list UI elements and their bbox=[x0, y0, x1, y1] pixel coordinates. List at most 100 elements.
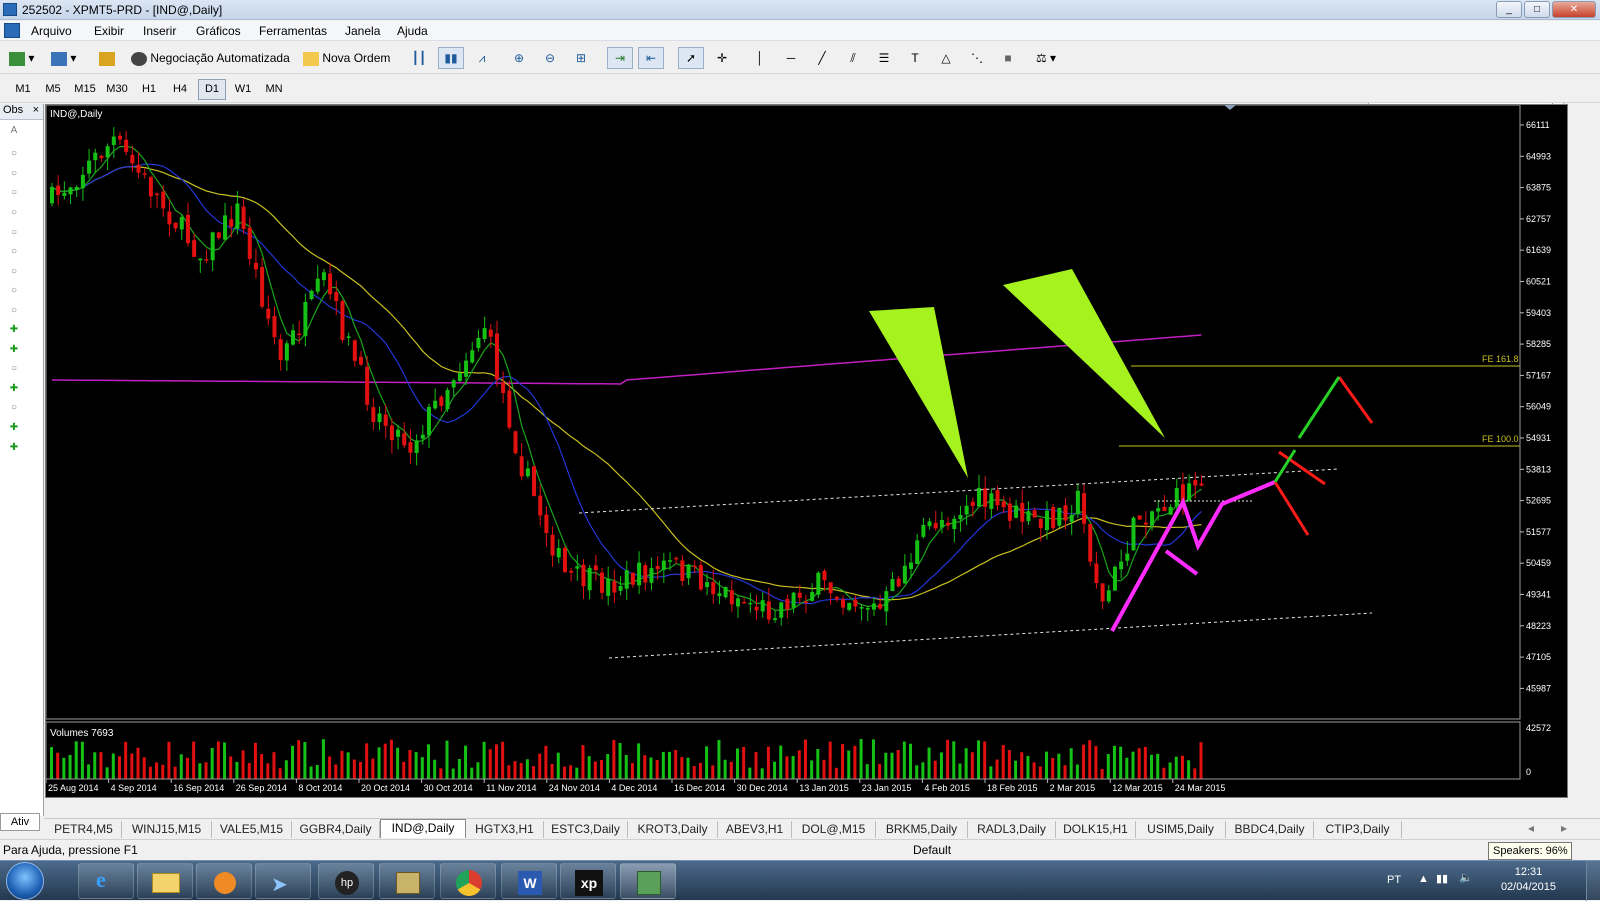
symbol-tab[interactable]: IND@,Daily bbox=[380, 819, 466, 838]
new-order-button[interactable]: Nova Ordem bbox=[302, 47, 397, 69]
observer-item-icon[interactable]: ○ bbox=[9, 267, 19, 277]
taskbar-metatrader-button[interactable] bbox=[620, 863, 676, 899]
tf-d1[interactable]: D1 bbox=[198, 79, 226, 100]
tabs-scroll-right-icon[interactable]: ▸ bbox=[1561, 821, 1567, 835]
observer-item-icon[interactable]: ○ bbox=[9, 169, 19, 179]
shapes-menu-button[interactable]: ⚖ ▾ bbox=[1026, 47, 1066, 69]
symbol-tab[interactable]: BBDC4,Daily bbox=[1226, 821, 1314, 838]
tile-windows-button[interactable]: ⊞ bbox=[569, 47, 593, 69]
observer-item-icon[interactable]: ○ bbox=[9, 247, 19, 257]
fibonacci-button[interactable]: ☰ bbox=[871, 47, 897, 69]
observer-up-icon[interactable]: ✚ bbox=[9, 345, 19, 355]
symbol-tab[interactable]: KROT3,Daily bbox=[628, 821, 718, 838]
minimize-button[interactable]: _ bbox=[1496, 1, 1522, 18]
algo-trading-button[interactable]: Negociação Automatizada bbox=[130, 47, 295, 69]
channel-upper-line[interactable] bbox=[578, 468, 1340, 514]
cursor-button[interactable]: ➚ bbox=[678, 47, 704, 69]
observer-item-icon[interactable]: ○ bbox=[9, 208, 19, 218]
tray-expand-icon[interactable]: ▲ bbox=[1418, 873, 1429, 885]
observer-item-icon[interactable]: ○ bbox=[9, 188, 19, 198]
symbol-tab[interactable]: VALE5,M15 bbox=[212, 821, 292, 838]
observer-close-icon[interactable]: × bbox=[33, 104, 39, 116]
symbol-tab[interactable]: WINJ15,M15 bbox=[122, 821, 212, 838]
tf-mn[interactable]: MN bbox=[260, 79, 288, 100]
tf-m5[interactable]: M5 bbox=[39, 79, 67, 100]
taskbar-archive-button[interactable] bbox=[379, 863, 435, 899]
trendline-button[interactable]: ╱ bbox=[809, 47, 835, 69]
symbol-tab[interactable]: GGBR4,Daily bbox=[292, 821, 380, 838]
taskbar-ie-button[interactable]: e bbox=[78, 863, 134, 899]
observer-item-icon[interactable]: ○ bbox=[9, 364, 19, 374]
tf-h4[interactable]: H4 bbox=[166, 79, 194, 100]
observer-tab-ativ[interactable]: Ativ bbox=[0, 813, 40, 831]
observer-up-icon[interactable]: ✚ bbox=[9, 423, 19, 433]
show-desktop-button[interactable] bbox=[1586, 861, 1600, 901]
observer-item-icon[interactable]: ○ bbox=[9, 403, 19, 413]
menu-arquivo[interactable]: Arquivo bbox=[31, 24, 72, 38]
rectangle-button[interactable]: ■ bbox=[995, 47, 1021, 69]
taskbar-hp-button[interactable]: hp bbox=[318, 863, 374, 899]
zigzag-segment[interactable] bbox=[1164, 549, 1199, 576]
vertical-line-button[interactable]: │ bbox=[747, 47, 773, 69]
new-chart-button[interactable]: ▾ bbox=[8, 47, 46, 69]
observer-item-icon[interactable]: ○ bbox=[9, 149, 19, 159]
triangle-button[interactable]: △ bbox=[933, 47, 959, 69]
fibo-fan-button[interactable]: ⋱ bbox=[964, 47, 990, 69]
market-watch-button[interactable] bbox=[98, 47, 120, 69]
tf-m30[interactable]: M30 bbox=[103, 79, 131, 100]
auto-scroll-button[interactable]: ⇥ bbox=[607, 47, 633, 69]
channel-button[interactable]: ⫽ bbox=[840, 47, 866, 69]
symbol-tab[interactable]: ESTC3,Daily bbox=[544, 821, 628, 838]
projection-up-line[interactable] bbox=[1297, 376, 1341, 439]
taskbar-word-button[interactable]: W bbox=[501, 863, 557, 899]
crosshair-button[interactable]: ✛ bbox=[709, 47, 735, 69]
taskbar-media-button[interactable] bbox=[196, 863, 252, 899]
symbol-tab[interactable]: BRKM5,Daily bbox=[876, 821, 968, 838]
text-button[interactable]: T bbox=[902, 47, 928, 69]
language-indicator[interactable]: PT bbox=[1387, 874, 1401, 886]
candle-chart-button[interactable]: ▮▮ bbox=[438, 47, 464, 69]
taskbar-app-button[interactable]: ➤ bbox=[255, 863, 311, 899]
arrow-down-shape[interactable] bbox=[1003, 269, 1165, 438]
taskbar-xp-button[interactable]: xp bbox=[560, 863, 616, 899]
observer-up-icon[interactable]: ✚ bbox=[9, 384, 19, 394]
start-button[interactable] bbox=[6, 862, 44, 900]
price-chart[interactable]: FE 161.8 FE 100.0 66111 64993 63875 62757 61… bbox=[45, 104, 1568, 798]
horizontal-line-button[interactable]: ─ bbox=[778, 47, 804, 69]
close-button[interactable]: ✕ bbox=[1552, 1, 1596, 18]
tf-w1[interactable]: W1 bbox=[229, 79, 257, 100]
bar-chart-button[interactable]: ┃┃ bbox=[407, 47, 431, 69]
symbol-tab[interactable]: DOLK15,H1 bbox=[1056, 821, 1136, 838]
symbol-tab[interactable]: DOL@,M15 bbox=[792, 821, 876, 838]
taskbar-explorer-button[interactable] bbox=[137, 863, 193, 899]
observer-item-icon[interactable]: ○ bbox=[9, 228, 19, 238]
projection-down-line[interactable] bbox=[1337, 376, 1374, 424]
network-icon[interactable]: ▮▮ bbox=[1436, 872, 1448, 885]
symbol-tab[interactable]: HGTX3,H1 bbox=[466, 821, 544, 838]
symbol-tab[interactable]: USIM5,Daily bbox=[1136, 821, 1226, 838]
maximize-button[interactable]: □ bbox=[1524, 1, 1550, 18]
tf-h1[interactable]: H1 bbox=[135, 79, 163, 100]
chart-shift-marker[interactable] bbox=[1224, 105, 1236, 110]
tf-m1[interactable]: M1 bbox=[9, 79, 37, 100]
observer-up-icon[interactable]: ✚ bbox=[9, 443, 19, 453]
menu-ajuda[interactable]: Ajuda bbox=[397, 24, 428, 38]
menu-inserir[interactable]: Inserir bbox=[143, 24, 176, 38]
zoom-out-button[interactable]: ⊖ bbox=[538, 47, 562, 69]
arrow-down-shape[interactable] bbox=[869, 307, 968, 478]
observer-item-icon[interactable]: ○ bbox=[9, 286, 19, 296]
menu-graficos[interactable]: Gráficos bbox=[196, 24, 241, 38]
observer-item-icon[interactable]: ○ bbox=[9, 306, 19, 316]
projection-down-line[interactable] bbox=[1278, 450, 1326, 486]
tf-m15[interactable]: M15 bbox=[71, 79, 99, 100]
symbol-tab[interactable]: CTIP3,Daily bbox=[1314, 821, 1402, 838]
taskbar-chrome-button[interactable] bbox=[440, 863, 496, 899]
symbol-tab[interactable]: RADL3,Daily bbox=[968, 821, 1056, 838]
menu-exibir[interactable]: Exibir bbox=[94, 24, 124, 38]
zigzag-pattern[interactable] bbox=[1110, 480, 1276, 632]
projection-down-line[interactable] bbox=[1273, 481, 1310, 536]
symbol-tab[interactable]: PETR4,M5 bbox=[46, 821, 122, 838]
chart-window-icon[interactable] bbox=[4, 23, 20, 38]
line-chart-button[interactable]: ⩘ bbox=[470, 47, 494, 69]
profiles-button[interactable]: ▾ bbox=[50, 47, 88, 69]
